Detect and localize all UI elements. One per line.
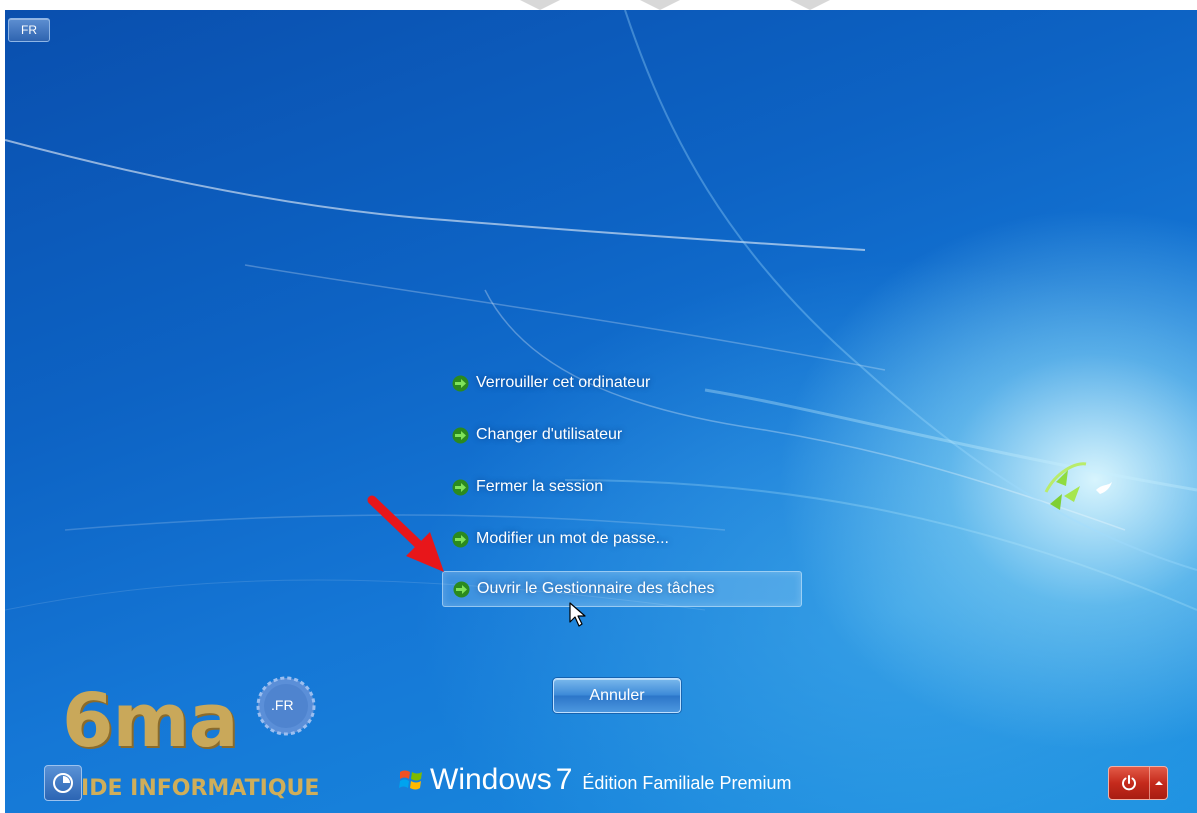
- cancel-button[interactable]: Annuler: [553, 678, 681, 713]
- windows-branding: Windows 7 Édition Familiale Premium: [398, 763, 791, 797]
- watermark-logo-text: 6ma: [62, 678, 239, 764]
- shutdown-options-button[interactable]: [1149, 767, 1167, 799]
- wallpaper-bird-decoration: [1044, 462, 1112, 510]
- ease-of-access-icon: [53, 773, 73, 793]
- watermark-badge-text: .FR: [271, 697, 294, 713]
- change-password-option[interactable]: Modifier un mot de passe...: [442, 522, 669, 556]
- menu-item-label: Changer d'utilisateur: [476, 426, 623, 443]
- switch-user-option[interactable]: Changer d'utilisateur: [442, 418, 622, 452]
- green-arrow-icon: [452, 427, 469, 443]
- language-button[interactable]: FR: [8, 18, 50, 42]
- power-icon: [1122, 775, 1136, 791]
- task-manager-option[interactable]: Ouvrir le Gestionnaire des tâches: [442, 571, 802, 607]
- windows-edition: Édition Familiale Premium: [582, 773, 792, 793]
- green-arrow-icon: [453, 581, 470, 597]
- shutdown-button[interactable]: [1109, 767, 1149, 799]
- red-arrow-icon: [367, 495, 444, 572]
- ease-of-access-button[interactable]: [44, 765, 82, 801]
- menu-item-label: Verrouiller cet ordinateur: [476, 374, 651, 391]
- menu-item-label: Modifier un mot de passe...: [476, 530, 669, 547]
- menu-item-label: Ouvrir le Gestionnaire des tâches: [477, 580, 715, 597]
- windows-version: 7: [555, 763, 573, 796]
- lock-computer-option[interactable]: Verrouiller cet ordinateur: [442, 366, 650, 400]
- windows-wordmark: Windows: [430, 763, 552, 796]
- chevron-up-icon: [1154, 781, 1163, 785]
- log-off-option[interactable]: Fermer la session: [442, 470, 603, 504]
- watermark-subtitle: AIDE INFORMATIQUE: [64, 776, 320, 801]
- mouse-cursor-icon: [569, 602, 586, 627]
- green-arrow-icon: [452, 375, 469, 391]
- menu-item-label: Fermer la session: [476, 478, 604, 495]
- windows-logo-icon: [399, 770, 422, 790]
- shutdown-button-group: [1108, 766, 1168, 800]
- top-border: [0, 0, 1197, 10]
